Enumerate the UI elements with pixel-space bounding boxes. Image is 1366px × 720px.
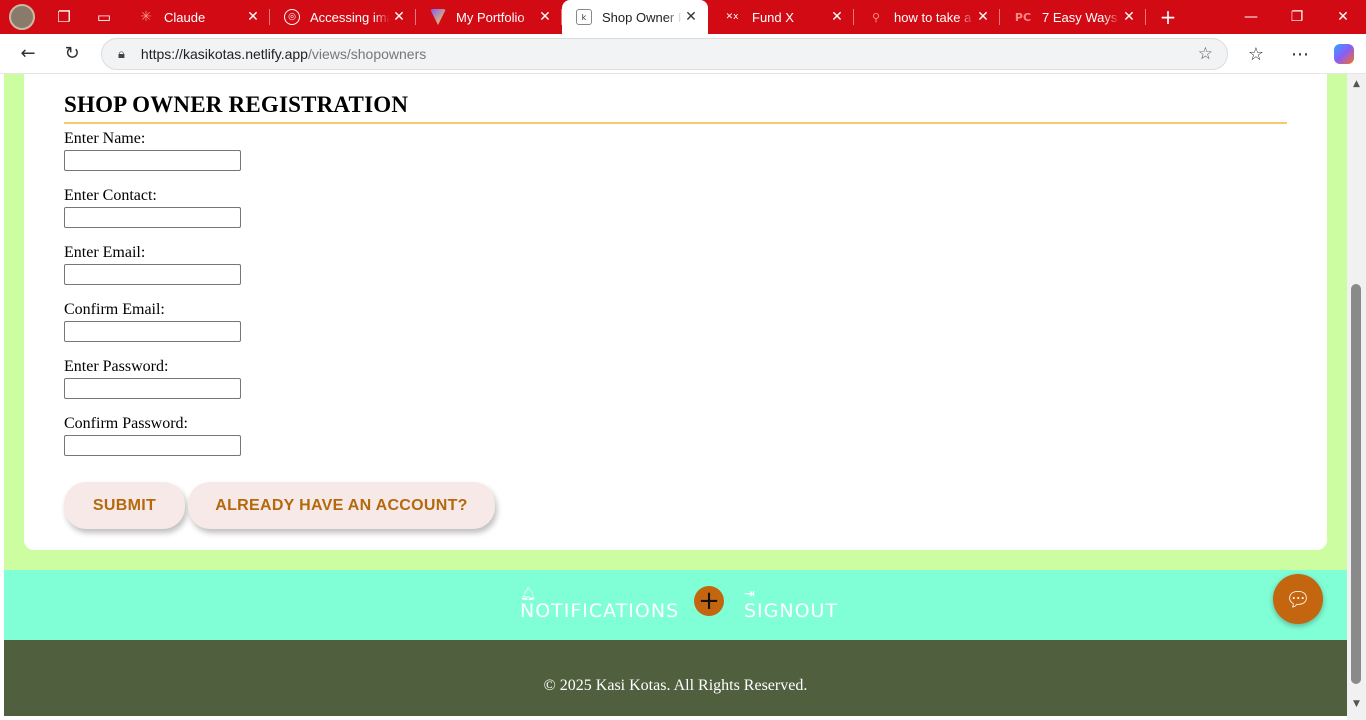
notifications-label: NOTIFICATIONS (520, 600, 680, 622)
tab-title: Accessing images (310, 9, 390, 25)
close-icon[interactable]: ✕ (390, 9, 408, 25)
new-tab-plus-icon[interactable]: + (1146, 0, 1190, 34)
tab-7-easy-ways[interactable]: PC 7 Easy Ways to ✕ (1000, 0, 1146, 34)
toolbar-right-actions: ☆ ⋯ (1234, 34, 1366, 74)
confirm-password-input[interactable] (64, 435, 241, 456)
url-path: /views/shopowners (307, 46, 427, 62)
signout-link[interactable]: ⇥ SIGNOUT (744, 588, 839, 622)
add-plus-icon[interactable]: + (694, 586, 724, 616)
chatgpt-icon: ◎ (284, 9, 300, 25)
password-field: Enter Password: (64, 358, 241, 399)
email-input[interactable] (64, 264, 241, 285)
close-icon[interactable]: ✕ (244, 9, 262, 25)
tab-title: My Portfolio (456, 9, 525, 25)
copilot-logo (1334, 44, 1354, 64)
lock-icon[interactable]: 🔒︎ (118, 47, 125, 62)
browser-toolbar: ← ↻ 🔒︎ https://kasikotas.netlify.app /vi… (0, 34, 1366, 74)
name-label: Enter Name: (64, 130, 146, 147)
profile-avatar (9, 4, 35, 30)
password-input[interactable] (64, 378, 241, 399)
contact-label: Enter Contact: (64, 187, 157, 204)
page-viewport: SHOP OWNER REGISTRATION Enter Name: Ente… (4, 74, 1347, 716)
more-menu-icon[interactable]: ⋯ (1278, 34, 1322, 74)
tab-my-portfolio[interactable]: My Portfolio ✕ (416, 0, 562, 34)
submit-button[interactable]: SUBMIT (64, 482, 185, 529)
tab-title: Claude (164, 9, 206, 25)
tab-title: 7 Easy Ways to (1042, 9, 1120, 25)
back-arrow-icon[interactable]: ← (6, 34, 50, 74)
email-label: Enter Email: (64, 244, 146, 261)
confirm-email-field: Confirm Email: (64, 301, 241, 342)
search-icon: ⚲ (871, 10, 881, 24)
favorite-star-icon[interactable]: ☆ (1198, 44, 1213, 64)
site-icon: k (576, 9, 592, 25)
scrollbar-thumb[interactable] (1351, 284, 1361, 684)
signout-label: SIGNOUT (744, 600, 839, 622)
confirm-email-label: Confirm Email: (64, 301, 165, 318)
tab-title: how to take a screenshot (894, 9, 974, 25)
close-icon[interactable]: ✕ (974, 9, 992, 25)
bottom-navbar: 🔔︎ NOTIFICATIONS + ⇥ SIGNOUT (4, 570, 1347, 640)
password-label: Enter Password: (64, 358, 169, 375)
confirm-password-label: Confirm Password: (64, 415, 188, 432)
close-icon[interactable]: ✕ (1120, 9, 1138, 25)
registration-card: SHOP OWNER REGISTRATION Enter Name: Ente… (24, 74, 1327, 550)
copyright-text: © 2025 Kasi Kotas. All Rights Reserved. (543, 677, 808, 694)
tab-title: Shop Owner Registration (602, 9, 682, 25)
close-window-icon[interactable]: ✕ (1320, 0, 1366, 34)
contact-field: Enter Contact: (64, 187, 241, 228)
tab-actions-icon[interactable]: ▭ (84, 0, 124, 34)
tab-accessing-images[interactable]: ◎ Accessing images ✕ (270, 0, 416, 34)
tab-how-to-take-screenshot[interactable]: ⚲ how to take a screenshot ✕ (854, 0, 1000, 34)
restore-icon[interactable]: ❐ (1274, 0, 1320, 34)
scroll-down-icon[interactable]: ▼ (1347, 696, 1366, 712)
minimize-icon[interactable]: — (1228, 0, 1274, 34)
tab-claude[interactable]: ✳ Claude ✕ (124, 0, 270, 34)
vite-icon (430, 9, 446, 25)
fundx-icon: ✕x (725, 12, 739, 22)
tab-fund-x[interactable]: ✕x Fund X ✕ (708, 0, 854, 34)
close-icon[interactable]: ✕ (828, 9, 846, 25)
close-icon[interactable]: ✕ (536, 9, 554, 25)
refresh-icon[interactable]: ↻ (50, 34, 94, 74)
profile-button[interactable] (0, 0, 44, 34)
claude-burst-icon: ✳ (140, 9, 152, 25)
browser-tab-strip: ❐ ▭ ✳ Claude ✕ ◎ Accessing images ✕ My P… (0, 0, 1366, 34)
copilot-icon[interactable] (1322, 34, 1366, 74)
name-input[interactable] (64, 150, 241, 171)
workspaces-icon[interactable]: ❐ (44, 0, 84, 34)
confirm-password-field: Confirm Password: (64, 415, 241, 456)
name-field: Enter Name: (64, 130, 241, 171)
footer: © 2025 Kasi Kotas. All Rights Reserved. (4, 640, 1347, 716)
chat-bubble-icon[interactable]: 💬︎ (1273, 574, 1323, 624)
scroll-up-icon[interactable]: ▲ (1347, 76, 1366, 92)
url-host: https://kasikotas.netlify.app (140, 46, 308, 62)
pc-icon: PC (1014, 10, 1032, 24)
confirm-email-input[interactable] (64, 321, 241, 342)
already-have-account-button[interactable]: ALREADY HAVE AN ACCOUNT? (188, 482, 495, 529)
page-scrollbar[interactable]: ▲ ▼ (1347, 74, 1366, 720)
address-bar[interactable]: 🔒︎ https://kasikotas.netlify.app /views/… (101, 38, 1228, 70)
notifications-link[interactable]: 🔔︎ NOTIFICATIONS (520, 588, 680, 622)
close-icon[interactable]: ✕ (682, 9, 700, 25)
tab-shop-owner-registration[interactable]: k Shop Owner Registration ✕ (562, 0, 708, 34)
favorites-icon[interactable]: ☆ (1234, 34, 1278, 74)
email-field: Enter Email: (64, 244, 241, 285)
window-controls: — ❐ ✕ (1228, 0, 1366, 34)
tab-title: Fund X (752, 9, 794, 25)
contact-input[interactable] (64, 207, 241, 228)
page-title: SHOP OWNER REGISTRATION (64, 92, 1287, 124)
